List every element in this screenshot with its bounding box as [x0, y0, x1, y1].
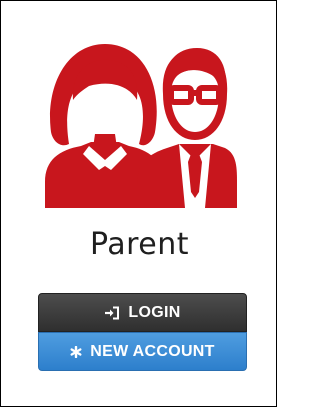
role-title: Parent: [89, 227, 190, 262]
login-button[interactable]: LOGIN: [38, 293, 247, 332]
role-card: Parent LOGIN NEW ACCOUNT: [0, 0, 277, 407]
asterisk-icon: [70, 345, 82, 358]
parents-icon: [45, 44, 237, 208]
new-account-label: NEW ACCOUNT: [90, 342, 215, 360]
new-account-button[interactable]: NEW ACCOUNT: [38, 332, 247, 371]
sign-in-icon: [104, 306, 120, 320]
login-label: LOGIN: [128, 303, 181, 321]
